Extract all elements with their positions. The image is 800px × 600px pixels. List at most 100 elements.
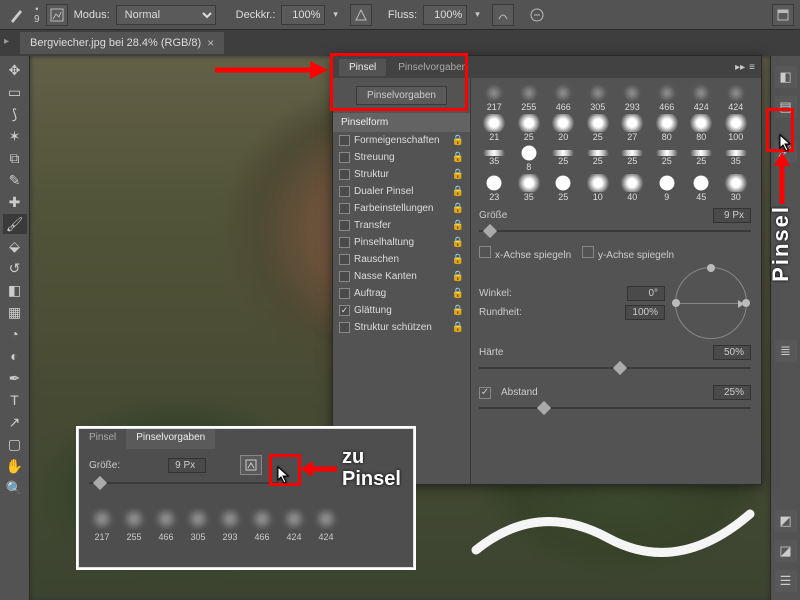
- brush-thumb[interactable]: 45: [686, 174, 717, 202]
- brush-thumb[interactable]: 25: [583, 144, 614, 172]
- collapse-icon[interactable]: ▸▸: [735, 62, 745, 73]
- popup-size-slider[interactable]: [89, 476, 279, 490]
- opacity-pressure-icon[interactable]: [350, 4, 372, 26]
- brush-preset-picker[interactable]: [46, 4, 68, 26]
- path-tool[interactable]: ↗: [3, 412, 27, 432]
- brush-thumb[interactable]: 255: [121, 508, 147, 542]
- angle-control[interactable]: [675, 267, 747, 339]
- stamp-tool[interactable]: ⬙: [3, 236, 27, 256]
- flip-y-checkbox[interactable]: [582, 246, 594, 258]
- history-brush-tool[interactable]: ↺: [3, 258, 27, 278]
- brush-tool-icon[interactable]: [6, 4, 28, 26]
- popup-tab-pinsel[interactable]: Pinsel: [79, 429, 126, 449]
- type-tool[interactable]: T: [3, 390, 27, 410]
- blend-mode-select[interactable]: Normal: [116, 5, 216, 25]
- brush-thumb[interactable]: 25: [686, 144, 717, 172]
- hardness-slider[interactable]: [479, 361, 751, 375]
- flow-input[interactable]: 100%: [423, 5, 467, 25]
- brush-thumb[interactable]: 217: [89, 508, 115, 542]
- brush-size-indicator[interactable]: •9: [34, 4, 40, 25]
- lasso-tool[interactable]: ⟆: [3, 104, 27, 124]
- brush-option-transfer[interactable]: Transfer🔒: [333, 217, 470, 234]
- brush-thumb[interactable]: 25: [548, 174, 579, 202]
- flip-x-checkbox[interactable]: [479, 246, 491, 258]
- dodge-tool[interactable]: ◐: [3, 346, 27, 366]
- airbrush-icon[interactable]: [492, 4, 514, 26]
- brush-thumb[interactable]: 424: [721, 84, 752, 112]
- brush-shape-header[interactable]: Pinselform: [333, 113, 470, 132]
- brush-thumb[interactable]: 25: [583, 114, 614, 142]
- pinselvorgaben-button[interactable]: Pinselvorgaben: [356, 86, 447, 105]
- spacing-checkbox[interactable]: ✓: [479, 387, 491, 399]
- brush-thumb[interactable]: 466: [548, 84, 579, 112]
- brush-thumb[interactable]: 27: [617, 114, 648, 142]
- brush-thumb[interactable]: 100: [721, 114, 752, 142]
- eyedropper-tool[interactable]: ✎: [3, 170, 27, 190]
- brush-thumb[interactable]: 23: [479, 174, 510, 202]
- brush-option-struktur[interactable]: Struktur🔒: [333, 166, 470, 183]
- brush-thumbnails[interactable]: 2172554663052934664244242125202527808010…: [479, 84, 751, 202]
- brush-thumb[interactable]: 9: [652, 174, 683, 202]
- roundness-value[interactable]: 100%: [625, 305, 665, 320]
- dock-color-icon[interactable]: ▤: [775, 96, 797, 118]
- angle-value[interactable]: 0°: [627, 286, 665, 301]
- brush-thumb[interactable]: 255: [514, 84, 545, 112]
- brush-thumb[interactable]: 35: [479, 144, 510, 172]
- brush-thumb[interactable]: 25: [548, 144, 579, 172]
- size-value[interactable]: 9 Px: [713, 208, 751, 223]
- brush-option-farbeinstellungen[interactable]: Farbeinstellungen🔒: [333, 200, 470, 217]
- brush-thumb[interactable]: 466: [249, 508, 275, 542]
- hardness-value[interactable]: 50%: [713, 345, 751, 360]
- size-slider[interactable]: [479, 224, 751, 238]
- brush-thumb[interactable]: 305: [583, 84, 614, 112]
- pen-tool[interactable]: ✒: [3, 368, 27, 388]
- brush-thumb[interactable]: 293: [617, 84, 648, 112]
- dock-swatches-icon[interactable]: ◧: [775, 66, 797, 88]
- brush-thumb[interactable]: 305: [185, 508, 211, 542]
- brush-thumb[interactable]: 8: [514, 144, 545, 172]
- brush-option-rauschen[interactable]: Rauschen🔒: [333, 251, 470, 268]
- close-icon[interactable]: ×: [207, 36, 214, 50]
- brush-thumb[interactable]: 217: [479, 84, 510, 112]
- brush-thumb[interactable]: 25: [652, 144, 683, 172]
- brush-tool[interactable]: 🖌: [3, 214, 27, 234]
- brush-thumb[interactable]: 40: [617, 174, 648, 202]
- brush-thumb[interactable]: 35: [514, 174, 545, 202]
- dock-layers-icon[interactable]: ≣: [775, 340, 797, 362]
- brush-thumb[interactable]: 424: [313, 508, 339, 542]
- brush-thumb[interactable]: 424: [281, 508, 307, 542]
- gradient-tool[interactable]: ▦: [3, 302, 27, 322]
- tab-pinselvorgaben[interactable]: Pinselvorgaben: [388, 59, 477, 76]
- spacing-value[interactable]: 25%: [713, 385, 751, 400]
- hand-tool[interactable]: ✋: [3, 456, 27, 476]
- tablet-pressure-icon[interactable]: [526, 4, 548, 26]
- brush-thumb[interactable]: 466: [153, 508, 179, 542]
- popup-size-value[interactable]: 9 Px: [168, 458, 206, 473]
- dock-bottom2-icon[interactable]: ◪: [775, 540, 797, 562]
- brush-option-pinselhaltung[interactable]: Pinselhaltung🔒: [333, 234, 470, 251]
- dock-bottom1-icon[interactable]: ◩: [775, 510, 797, 532]
- spacing-slider[interactable]: [479, 401, 751, 415]
- brush-option-formeigenschaften[interactable]: Formeigenschaften🔒: [333, 132, 470, 149]
- brush-thumb[interactable]: 80: [686, 114, 717, 142]
- brush-thumb[interactable]: 293: [217, 508, 243, 542]
- marquee-tool[interactable]: ▭: [3, 82, 27, 102]
- brush-option-struktur-schützen[interactable]: Struktur schützen🔒: [333, 319, 470, 336]
- shape-tool[interactable]: ▢: [3, 434, 27, 454]
- popup-thumbnails[interactable]: 217255466305293466424424: [89, 508, 403, 542]
- popup-tab-vorgaben[interactable]: Pinselvorgaben: [126, 429, 215, 449]
- brush-option-nasse-kanten[interactable]: Nasse Kanten🔒: [333, 268, 470, 285]
- blur-tool[interactable]: ◔: [3, 324, 27, 344]
- brush-option-glättung[interactable]: ✓Glättung🔒: [333, 302, 470, 319]
- panel-menu-icon[interactable]: ≡: [749, 62, 755, 73]
- brush-option-auftrag[interactable]: Auftrag🔒: [333, 285, 470, 302]
- brush-thumb[interactable]: 35: [721, 144, 752, 172]
- opacity-input[interactable]: 100%: [281, 5, 325, 25]
- zoom-tool[interactable]: 🔍: [3, 478, 27, 498]
- brush-thumb[interactable]: 25: [617, 144, 648, 172]
- document-tab[interactable]: Bergviecher.jpg bei 28.4% (RGB/8) ×: [20, 32, 224, 54]
- crop-tool[interactable]: ⧉: [3, 148, 27, 168]
- brush-thumb[interactable]: 424: [686, 84, 717, 112]
- magic-wand-tool[interactable]: ✶: [3, 126, 27, 146]
- tab-pinsel[interactable]: Pinsel: [339, 59, 386, 76]
